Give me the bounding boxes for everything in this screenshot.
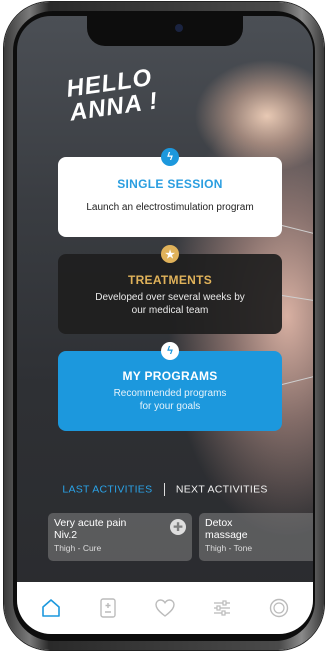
activity-tabs: LAST ACTIVITIES NEXT ACTIVITIES [17,483,313,496]
lightning-icon: ϟ [161,342,179,360]
sliders-icon[interactable] [209,595,235,621]
activity-title-line1: Very acute pain [54,517,127,529]
card-description-line2: our medical team [131,305,209,316]
card-description-line1: Developed over several weeks by [95,292,245,303]
activity-title-line1: Detox [205,517,233,529]
device-icon[interactable] [266,595,292,621]
card-title: MY PROGRAMS [122,369,218,383]
lightning-icon: ϟ [161,148,179,166]
connector-line [281,374,313,385]
card-description: Launch an electrostimulation program [86,202,254,213]
my-programs-card[interactable]: ϟ MY PROGRAMS Recommended programs for y… [58,342,282,431]
card-title: SINGLE SESSION [117,177,223,191]
connector-line [281,295,313,303]
greeting: HELLO ANNA ! [65,64,160,127]
card-description-line2: for your goals [139,401,201,412]
card-title: TREATMENTS [127,273,213,287]
tab-last-activities[interactable]: LAST ACTIVITIES [62,483,152,495]
activity-card[interactable]: Very acute pain Niv.2 Thigh - Cure ✚ [48,513,192,561]
card-description-line1: Recommended programs [113,388,227,399]
card-description: Recommended programs for your goals [58,387,282,413]
single-session-card[interactable]: ϟ SINGLE SESSION Launch an electrostimul… [58,148,282,237]
card-description: Developed over several weeks by our medi… [58,291,282,317]
add-icon[interactable]: ✚ [170,519,186,535]
camera-icon [175,24,183,32]
calculator-icon[interactable] [95,595,121,621]
activity-title: Detox massage [205,517,313,541]
activity-title-line2: Niv.2 [54,529,78,541]
screen: HELLO ANNA ! ϟ SINGLE SESSION Launch an … [17,16,313,634]
activity-title-line2: massage [205,529,248,541]
heart-icon[interactable] [152,595,178,621]
notch [87,16,243,46]
activity-title: Very acute pain Niv.2 [54,517,186,541]
star-icon: ★ [161,245,179,263]
activity-subtitle: Thigh - Tone [205,543,253,553]
bottom-nav [17,582,313,634]
home-icon[interactable] [38,595,64,621]
connector-line [281,225,313,236]
tab-divider [163,483,165,496]
activity-subtitle: Thigh - Cure [54,543,102,553]
activity-card[interactable]: Detox massage Thigh - Tone [199,513,313,561]
tab-next-activities[interactable]: NEXT ACTIVITIES [176,483,268,495]
treatments-card[interactable]: ★ TREATMENTS Developed over several week… [58,245,282,334]
